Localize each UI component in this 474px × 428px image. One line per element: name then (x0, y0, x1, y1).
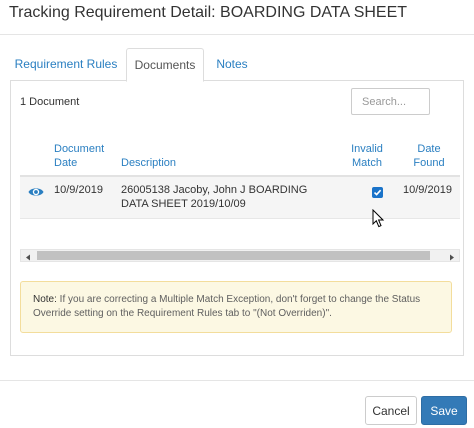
tracking-requirement-modal: Tracking Requirement Detail: BOARDING DA… (0, 0, 474, 428)
documents-table: Document Date Description Invalid Match … (20, 137, 460, 219)
scrollbar-thumb[interactable] (37, 251, 430, 260)
column-header-invalid-match[interactable]: Invalid Match (347, 142, 387, 170)
modal-header: Tracking Requirement Detail: BOARDING DA… (0, 0, 474, 35)
eye-icon[interactable] (28, 185, 44, 197)
modal-footer: Cancel Save (0, 380, 474, 428)
status-override-note: Note: If you are correcting a Multiple M… (20, 281, 452, 333)
cell-date-found: 10/9/2019 (403, 184, 452, 196)
note-text: If you are correcting a Multiple Match E… (33, 294, 421, 319)
column-header-document-date[interactable]: Document Date (54, 142, 114, 170)
tab-documents[interactable]: Documents (126, 48, 204, 82)
column-header-date-found[interactable]: Date Found (409, 142, 449, 170)
cancel-button[interactable]: Cancel (365, 396, 417, 425)
search-input[interactable] (351, 88, 430, 115)
table-row: 10/9/2019 26005138 Jacoby, John J BOARDI… (20, 177, 460, 219)
scroll-left-arrow-icon[interactable] (21, 250, 36, 261)
mouse-pointer-icon (372, 208, 385, 228)
tab-bar: Requirement Rules Documents Notes (10, 48, 464, 82)
scroll-right-arrow-icon[interactable] (444, 250, 459, 261)
tab-requirement-rules[interactable]: Requirement Rules (10, 48, 122, 81)
table-header: Document Date Description Invalid Match … (20, 137, 460, 177)
save-button[interactable]: Save (421, 396, 467, 425)
horizontal-scrollbar[interactable] (20, 249, 460, 262)
cell-document-date: 10/9/2019 (54, 184, 103, 196)
note-label: Note: (33, 294, 57, 305)
tab-notes[interactable]: Notes (208, 48, 256, 81)
cell-description: 26005138 Jacoby, John J BOARDING DATA SH… (121, 184, 308, 210)
column-header-description[interactable]: Description (121, 156, 201, 170)
document-count: 1 Document (20, 96, 80, 108)
documents-panel: 1 Document Document Date Description Inv… (10, 81, 464, 356)
invalid-match-checkbox[interactable] (372, 187, 383, 198)
modal-title: Tracking Requirement Detail: BOARDING DA… (9, 4, 408, 21)
